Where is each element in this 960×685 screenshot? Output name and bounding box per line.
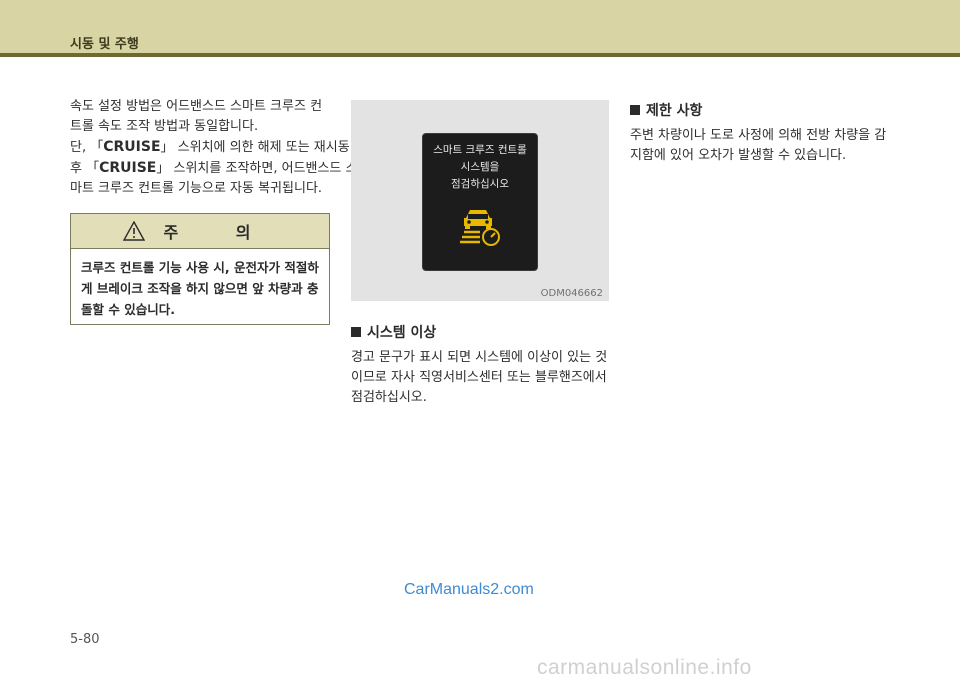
- text-line: 주변 차량이나 도로 사정에 의해 전방 차량을 감: [630, 128, 887, 143]
- section-title: 시동 및 주행: [70, 37, 139, 52]
- warning-triangle-icon: [123, 221, 146, 241]
- square-bullet-icon: [351, 327, 361, 337]
- system-error-section: 시스템 이상 경고 문구가 표시 되면 시스템에 이상이 있는 것 이므로 자사…: [351, 322, 611, 408]
- cluster-message: 스마트 크루즈 컨트롤 시스템을 점검하십시오: [423, 142, 537, 193]
- system-error-heading-text: 시스템 이상: [367, 325, 437, 341]
- header-divider: [0, 53, 960, 57]
- text-line: 이므로 자사 직영서비스센터 또는 블루핸즈에서: [351, 370, 607, 385]
- limitations-heading: 제한 사항: [630, 100, 890, 120]
- text-line: 후 「CRUISE」 스위치를 조작하면, 어드밴스드 스: [70, 160, 358, 176]
- text-line: 경고 문구가 표시 되면 시스템에 이상이 있는 것: [351, 350, 608, 365]
- page-number: 5-80: [70, 632, 100, 647]
- figure-code: ODM046662: [540, 288, 603, 299]
- text-line: 트롤 속도 조작 방법과 동일합니다.: [70, 119, 259, 134]
- speed-setting-paragraph: 속도 설정 방법은 어드밴스드 스마트 크루즈 컨 트롤 속도 조작 방법과 동…: [70, 97, 358, 199]
- cluster-message-line: 점검하십시오: [451, 178, 509, 190]
- cluster-message-line: 스마트 크루즈 컨트롤: [433, 144, 527, 156]
- caution-box: 주 의 크루즈 컨트롤 기능 사용 시, 운전자가 적절하 게 브레이크 조작을…: [70, 213, 330, 325]
- caution-line: 돌할 수 있습니다.: [81, 302, 175, 317]
- header-band: [0, 0, 960, 53]
- instrument-cluster-display: 스마트 크루즈 컨트롤 시스템을 점검하십시오: [422, 133, 538, 271]
- footer-watermark: carmanualsonline.info: [537, 656, 752, 679]
- caution-line: 크루즈 컨트롤 기능 사용 시, 운전자가 적절하: [81, 260, 319, 275]
- smart-cruise-warning-icon: [460, 210, 500, 246]
- watermark-link[interactable]: CarManuals2.com: [404, 581, 534, 599]
- caution-header: 주 의: [71, 214, 329, 249]
- system-error-heading: 시스템 이상: [351, 322, 611, 342]
- caution-title: 주 의: [163, 223, 277, 242]
- limitations-heading-text: 제한 사항: [646, 103, 703, 119]
- text-line: 속도 설정 방법은 어드밴스드 스마트 크루즈 컨: [70, 99, 323, 114]
- cruise-button-name: CRUISE: [99, 160, 157, 176]
- caution-body: 크루즈 컨트롤 기능 사용 시, 운전자가 적절하 게 브레이크 조작을 하지 …: [71, 249, 329, 328]
- cluster-message-line: 시스템을: [460, 161, 500, 173]
- text-line: 단, 「CRUISE」 스위치에 의한 해제 또는 재시동: [70, 139, 350, 155]
- system-error-paragraph: 경고 문구가 표시 되면 시스템에 이상이 있는 것 이므로 자사 직영서비스센…: [351, 348, 611, 408]
- text-line: 지함에 있어 오차가 발생할 수 있습니다.: [630, 148, 847, 163]
- cluster-figure: 스마트 크루즈 컨트롤 시스템을 점검하십시오 ODM046662: [351, 100, 609, 301]
- limitations-paragraph: 주변 차량이나 도로 사정에 의해 전방 차량을 감 지함에 있어 오차가 발생…: [630, 126, 890, 166]
- cruise-button-name: CRUISE: [103, 139, 161, 155]
- limitations-section: 제한 사항 주변 차량이나 도로 사정에 의해 전방 차량을 감 지함에 있어 …: [630, 100, 890, 166]
- text-line: 점검하십시오.: [351, 390, 427, 405]
- square-bullet-icon: [630, 105, 640, 115]
- text-line: 마트 크루즈 컨트롤 기능으로 자동 복귀됩니다.: [70, 181, 323, 196]
- speed-setting-text: 속도 설정 방법은 어드밴스드 스마트 크루즈 컨 트롤 속도 조작 방법과 동…: [70, 97, 358, 199]
- caution-line: 게 브레이크 조작을 하지 않으면 앞 차량과 충: [81, 281, 319, 296]
